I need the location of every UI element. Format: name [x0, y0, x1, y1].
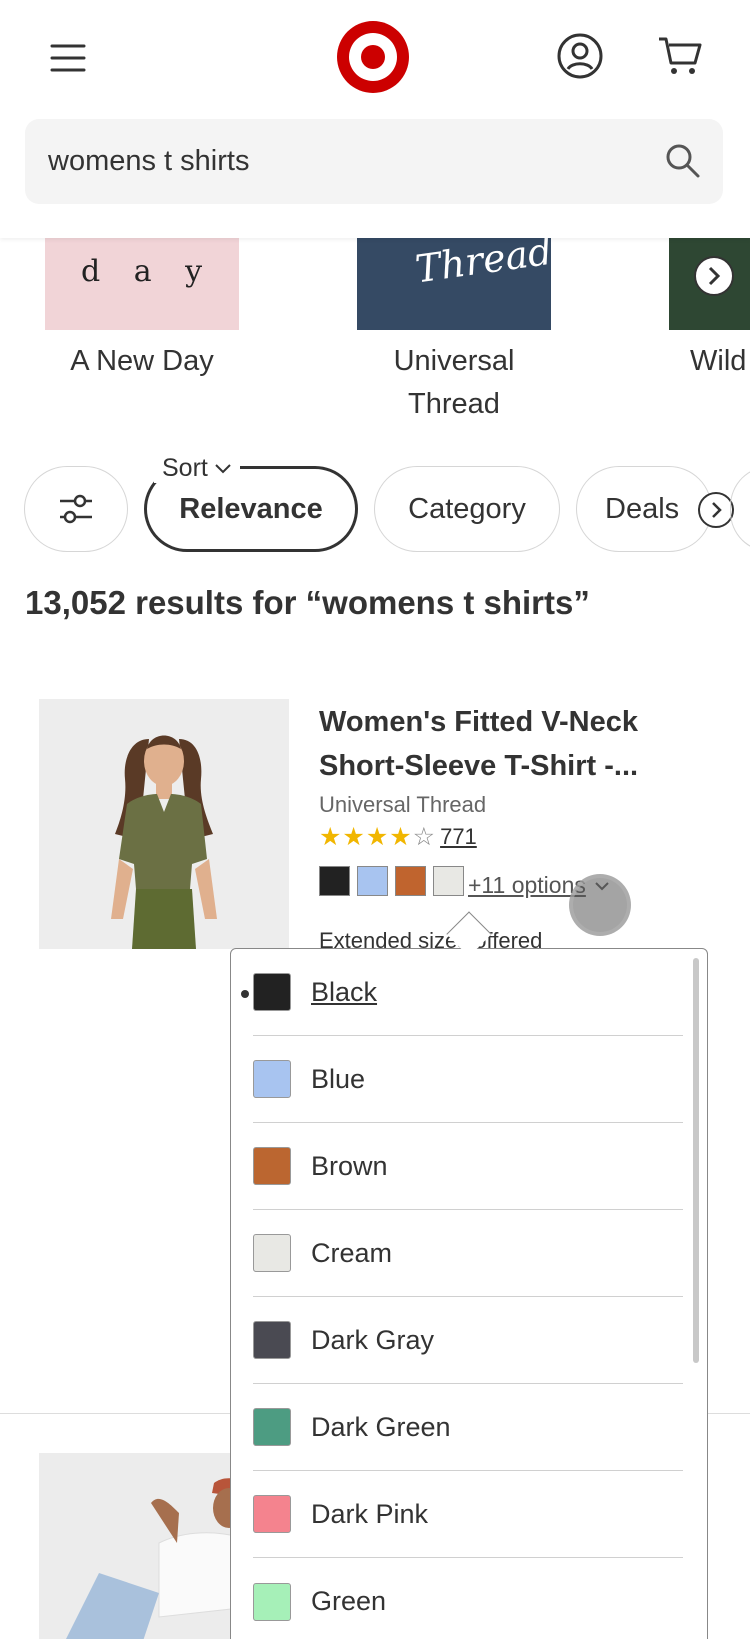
color-option-label: Brown: [311, 1150, 388, 1181]
color-option-dark-gray[interactable]: Dark Gray: [253, 1297, 683, 1384]
sort-value: Relevance: [179, 492, 323, 525]
brand-tile-text: Thread: [412, 238, 551, 292]
product-image[interactable]: [39, 699, 289, 949]
search-bar: [25, 119, 723, 204]
color-swatch[interactable]: [433, 866, 464, 896]
color-option-label: Blue: [311, 1063, 366, 1094]
color-option-swatch: [253, 1495, 291, 1533]
color-option-swatch: [253, 973, 291, 1011]
account-icon[interactable]: [552, 28, 608, 84]
product-title[interactable]: Women's Fitted V-Neck Short-Sleeve T-Shi…: [319, 700, 699, 788]
brand-tile-universal-thread[interactable]: Thread: [357, 238, 551, 330]
sort-label: Sort: [154, 454, 240, 483]
color-option-black[interactable]: Black: [241, 949, 683, 1036]
color-swatch[interactable]: [395, 866, 426, 896]
search-icon[interactable]: [663, 141, 703, 181]
results-count: 13,052 results for “womens t shirts”: [25, 584, 590, 621]
menu-icon[interactable]: [40, 30, 96, 86]
color-options-dropdown: Black Blue Brown Cream Dark Gray Dark Gr…: [230, 948, 708, 1639]
filter-sliders-icon: [60, 494, 92, 524]
color-swatch[interactable]: [319, 866, 350, 896]
color-option-label: Dark Gray: [311, 1324, 435, 1355]
rating-stars: ★★★★: [319, 823, 413, 851]
color-option-dark-green[interactable]: Dark Green: [253, 1384, 683, 1471]
chip-edge: [730, 466, 750, 552]
product-brand[interactable]: Universal Thread: [319, 792, 486, 818]
color-option-dark-pink[interactable]: Dark Pink: [253, 1471, 683, 1558]
color-option-swatch: [253, 1147, 291, 1185]
color-option-label: Black: [311, 976, 378, 1007]
category-filter-button[interactable]: Category: [374, 466, 560, 552]
color-option-label: Dark Green: [311, 1411, 451, 1442]
target-logo-icon[interactable]: [336, 20, 410, 94]
rating-star-empty: ☆: [412, 823, 437, 851]
color-option-swatch: [253, 1321, 291, 1359]
cart-icon[interactable]: [652, 28, 708, 84]
chips-next-button[interactable]: [698, 492, 734, 528]
dropdown-scrollbar[interactable]: [693, 958, 699, 1363]
brand-label[interactable]: Universal Thread: [352, 340, 556, 426]
color-option-brown[interactable]: Brown: [253, 1123, 683, 1210]
brand-label[interactable]: Wild: [690, 340, 750, 383]
search-input[interactable]: [48, 119, 628, 204]
header: [0, 0, 750, 238]
filter-button[interactable]: [24, 466, 128, 552]
brand-tile-text: d a y: [81, 254, 215, 289]
brand-label[interactable]: A New Day: [40, 340, 244, 383]
color-option-label: Cream: [311, 1237, 393, 1268]
touch-indicator: [569, 874, 631, 936]
color-option-swatch: [253, 1408, 291, 1446]
brand-tile-a-new-day[interactable]: d a y: [45, 238, 239, 330]
more-options-label: +11 options: [468, 872, 586, 898]
color-option-blue[interactable]: Blue: [253, 1036, 683, 1123]
color-option-label: Dark Pink: [311, 1498, 429, 1529]
color-swatch[interactable]: [357, 866, 388, 896]
chevron-down-icon: [215, 463, 231, 473]
color-option-swatch: [253, 1234, 291, 1272]
color-option-swatch: [253, 1582, 291, 1621]
carousel-next-button[interactable]: [694, 256, 734, 296]
product-rating: ★★★★ ☆ 771: [319, 822, 477, 852]
color-option-green[interactable]: Green: [253, 1558, 683, 1639]
color-option-cream[interactable]: Cream: [253, 1210, 683, 1297]
deals-filter-button[interactable]: Deals: [576, 466, 712, 552]
color-option-label: Green: [311, 1586, 387, 1616]
color-swatches: [319, 866, 464, 896]
selected-indicator: [241, 990, 249, 998]
rating-count[interactable]: 771: [440, 824, 477, 850]
color-option-swatch: [253, 1060, 291, 1098]
